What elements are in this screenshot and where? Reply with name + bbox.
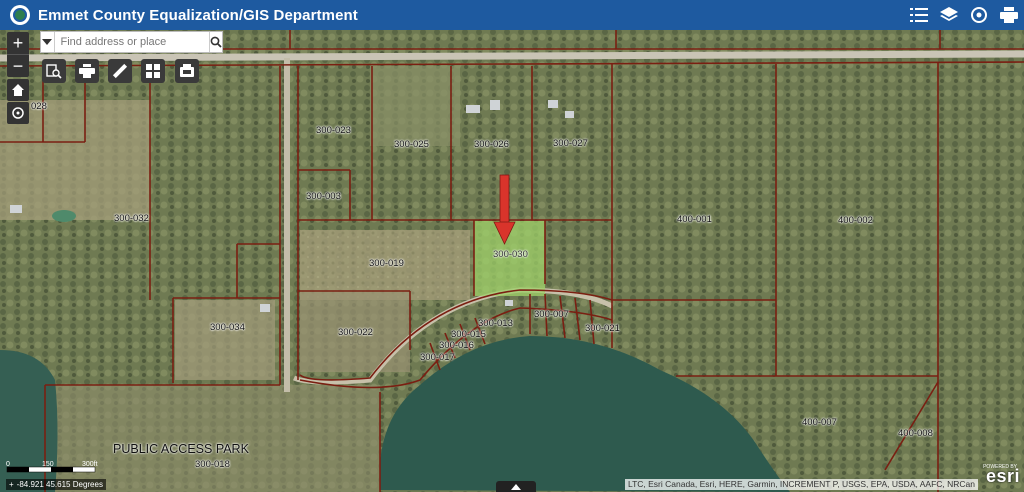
home-button[interactable] bbox=[7, 79, 29, 101]
scale-label-mid: 150 bbox=[42, 461, 54, 468]
expand-panel-button[interactable] bbox=[496, 481, 536, 492]
search-source-dropdown[interactable] bbox=[41, 32, 55, 52]
header-toolbar bbox=[908, 4, 1020, 26]
draw-icon bbox=[180, 64, 194, 77]
parcel-label: 300-003 bbox=[306, 191, 341, 202]
map-view[interactable]: 028 300-023 300-025 300-026 300-027 300-… bbox=[0, 30, 1024, 492]
chevron-down-icon bbox=[42, 39, 53, 45]
aerial-imagery bbox=[0, 30, 1024, 492]
coordinate-readout: + -84.921 45.615 Degrees bbox=[6, 479, 106, 490]
zoom-control: + − bbox=[7, 32, 29, 77]
public-access-park-label: PUBLIC ACCESS PARK bbox=[113, 442, 249, 456]
parcel-label: 400-007 bbox=[802, 417, 837, 428]
parcel-label: 400-008 bbox=[898, 428, 933, 439]
identify-button[interactable] bbox=[42, 59, 66, 83]
parcel-label: 400-002 bbox=[838, 215, 873, 226]
parcel-label: 300-016 bbox=[439, 340, 474, 351]
layers-icon[interactable] bbox=[938, 4, 960, 26]
parcel-label: 300-022 bbox=[338, 327, 373, 338]
search-icon bbox=[210, 36, 222, 48]
scale-label-start: 0 bbox=[6, 461, 10, 468]
basemap-gallery-icon[interactable] bbox=[968, 4, 990, 26]
basemap-button[interactable] bbox=[141, 59, 165, 83]
print-icon bbox=[79, 64, 95, 78]
locate-icon bbox=[12, 107, 24, 119]
parcel-label: 300-019 bbox=[369, 258, 404, 269]
parcel-label: 300-025 bbox=[394, 139, 429, 150]
parcel-label: 028 bbox=[31, 101, 47, 112]
measure-button[interactable] bbox=[108, 59, 132, 83]
search-widget bbox=[40, 31, 223, 53]
parcel-label: 300-018 bbox=[195, 459, 230, 470]
basemap-icon bbox=[146, 64, 160, 78]
print-icon[interactable] bbox=[998, 4, 1020, 26]
search-input[interactable] bbox=[54, 33, 209, 51]
print-map-button[interactable] bbox=[75, 59, 99, 83]
powered-by-label: POWERED BY bbox=[983, 464, 1017, 470]
app-title: Emmet County Equalization/GIS Department bbox=[38, 6, 358, 24]
identify-icon bbox=[46, 64, 62, 79]
coordinates-text: -84.921 45.615 Degrees bbox=[16, 480, 103, 489]
parcel-label: 300-007 bbox=[534, 309, 569, 320]
map-attribution: LTC, Esri Canada, Esri, HERE, Garmin, IN… bbox=[624, 479, 978, 490]
parcel-label: 300-034 bbox=[210, 322, 245, 333]
legend-list-icon[interactable] bbox=[908, 4, 930, 26]
parcel-label: 300-017 bbox=[420, 352, 455, 363]
parcel-label: 300-023 bbox=[316, 125, 351, 136]
draw-button[interactable] bbox=[175, 59, 199, 83]
parcel-label: 300-032 bbox=[114, 213, 149, 224]
parcel-label: 300-013 bbox=[478, 318, 513, 329]
zoom-out-button[interactable]: − bbox=[7, 54, 29, 77]
parcel-label: 300-015 bbox=[451, 329, 486, 340]
county-seal-logo bbox=[10, 5, 30, 25]
parcel-label: 300-027 bbox=[553, 138, 588, 149]
scale-bar: 0 150 300ft bbox=[6, 461, 98, 477]
home-icon bbox=[12, 84, 24, 96]
chevron-up-icon bbox=[511, 483, 521, 490]
parcel-label: 400-001 bbox=[677, 214, 712, 225]
parcel-label-selected: 300-030 bbox=[493, 249, 528, 260]
locate-button[interactable] bbox=[7, 102, 29, 124]
app-header: Emmet County Equalization/GIS Department bbox=[0, 0, 1024, 30]
parcel-label: 300-021 bbox=[585, 323, 620, 334]
scale-label-end: 300ft bbox=[82, 461, 98, 468]
crosshair-icon[interactable]: + bbox=[9, 479, 14, 490]
parcel-label: 300-026 bbox=[474, 139, 509, 150]
zoom-in-button[interactable]: + bbox=[7, 32, 29, 54]
search-button[interactable] bbox=[208, 32, 223, 52]
measure-icon bbox=[112, 63, 128, 79]
